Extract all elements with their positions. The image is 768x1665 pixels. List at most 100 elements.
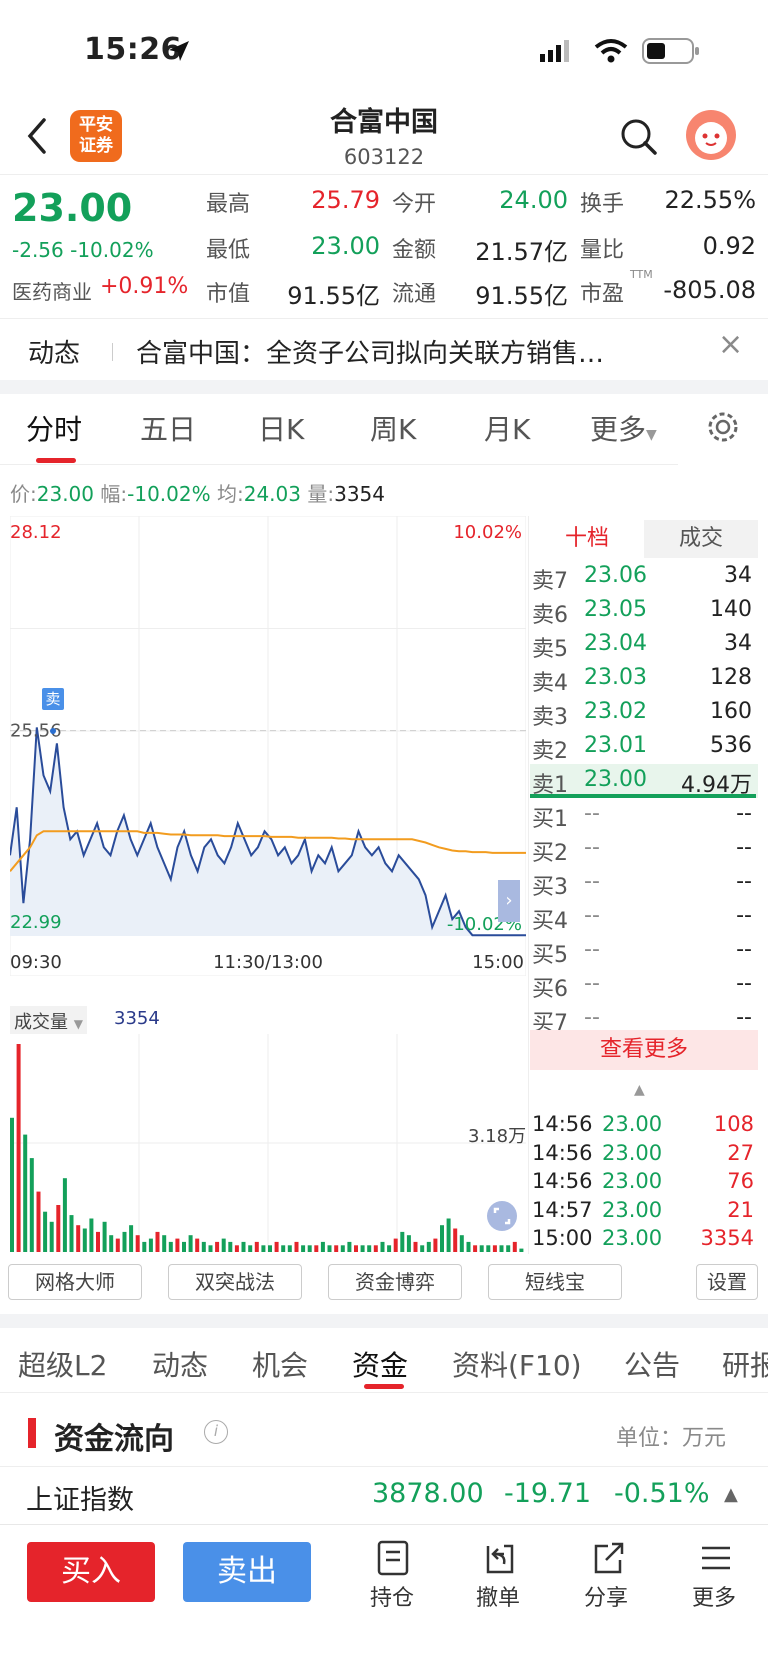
sector-name[interactable]: 医药商业 — [12, 276, 92, 305]
volume-bar — [248, 1245, 253, 1252]
level-volume: -- — [736, 869, 752, 894]
short-line-button[interactable]: 短线宝 — [488, 1264, 622, 1300]
tools-settings-button[interactable]: 设置 — [696, 1264, 758, 1300]
y-axis-min-label: 22.99 — [10, 912, 62, 933]
volume-bar — [307, 1245, 312, 1252]
level-volume: 160 — [710, 699, 752, 724]
volume-bar — [446, 1218, 451, 1252]
volume-bar — [261, 1245, 266, 1252]
info-icon[interactable]: i — [204, 1420, 228, 1444]
caret-down-icon: ▼ — [73, 1017, 83, 1031]
amount-label: 金额 — [392, 238, 437, 263]
close-icon[interactable]: × — [718, 327, 743, 362]
tab-weekly-k[interactable]: 周K — [370, 408, 416, 448]
volume-bar — [387, 1245, 392, 1252]
trade-price: 23.00 — [602, 1112, 663, 1136]
sell-marker[interactable]: 卖 — [42, 688, 64, 710]
chevron-right-icon[interactable]: › — [498, 880, 520, 922]
level-volume: -- — [736, 937, 752, 962]
index-name[interactable]: 上证指数 — [26, 1478, 134, 1517]
tab-opportunity[interactable]: 机会 — [252, 1344, 308, 1384]
volume-bar — [406, 1235, 411, 1252]
volume-bar — [347, 1241, 352, 1252]
y-axis-max-label: 28.12 — [10, 522, 62, 543]
bid-level-row[interactable]: 买4 -- -- — [530, 900, 758, 934]
ask-level-row[interactable]: 卖2 23.01 536 — [530, 730, 758, 764]
level-price: -- — [584, 835, 600, 860]
vol-ratio-value: 0.92 — [702, 232, 756, 260]
caret-up-icon[interactable]: ▲ — [634, 1082, 645, 1098]
tab-intraday[interactable]: 分时 — [26, 408, 82, 448]
news-headline[interactable]: 合富中国：全资子公司拟向关联方销售… — [136, 333, 706, 370]
ask-level-row[interactable]: 卖3 23.02 160 — [530, 696, 758, 730]
trade-row: 14:56 23.00 27 — [532, 1141, 758, 1169]
tab-news[interactable]: 动态 — [152, 1344, 208, 1384]
tab-five-day[interactable]: 五日 — [140, 408, 196, 448]
dual-breakout-button[interactable]: 双突战法 — [168, 1264, 302, 1300]
tab-super-l2[interactable]: 超级L2 — [18, 1344, 107, 1384]
ask-level-row[interactable]: 卖1 23.00 4.94万 — [530, 764, 758, 798]
fullscreen-icon[interactable] — [486, 1200, 518, 1232]
volume-bar — [228, 1241, 233, 1252]
level-price: 23.01 — [584, 733, 647, 758]
buy-button[interactable]: 买入 — [27, 1542, 155, 1602]
tab-ten-levels[interactable]: 十档 — [530, 520, 644, 558]
volume-bar — [129, 1225, 134, 1252]
tab-trades[interactable]: 成交 — [644, 520, 758, 558]
volume-bar — [23, 1134, 28, 1252]
volume-indicator-select[interactable]: 成交量 ▼ — [10, 1006, 87, 1034]
vol-ratio-label: 量比 — [580, 238, 625, 263]
bid-level-row[interactable]: 买2 -- -- — [530, 832, 758, 866]
level-price: -- — [584, 937, 600, 962]
order-book-tabs: 十档 成交 — [530, 520, 758, 558]
info-range: -10.02% — [127, 482, 211, 506]
view-more-button[interactable]: 查看更多 — [530, 1030, 758, 1070]
ask-level-row[interactable]: 卖7 23.06 34 — [530, 560, 758, 594]
settings-gear-icon[interactable] — [706, 410, 740, 444]
bid-level-row[interactable]: 买3 -- -- — [530, 866, 758, 900]
news-label: 动态 — [28, 339, 81, 369]
level-volume: 34 — [724, 631, 752, 656]
undo-order-icon — [486, 1544, 514, 1574]
ask-level-row[interactable]: 卖4 23.03 128 — [530, 662, 758, 696]
search-icon[interactable] — [620, 118, 658, 156]
info-avg-label: 均: — [216, 482, 244, 506]
sell-button[interactable]: 卖出 — [183, 1542, 311, 1602]
tab-announcements[interactable]: 公告 — [624, 1344, 680, 1384]
grid-master-button[interactable]: 网格大师 — [8, 1264, 142, 1300]
level-volume: -- — [736, 971, 752, 996]
level-label: 卖5 — [532, 637, 568, 662]
share-label: 分享 — [583, 1586, 628, 1611]
level-label: 买3 — [532, 875, 568, 900]
bid-level-row[interactable]: 买5 -- -- — [530, 934, 758, 968]
avatar[interactable] — [686, 110, 736, 160]
volume-chart[interactable] — [10, 1034, 526, 1252]
unit-label: 单位：万元 — [616, 1426, 727, 1451]
intraday-info-row: 价:23.00 幅:-10.02% 均:24.03 量:3354 — [10, 478, 385, 507]
volume-bar — [320, 1241, 325, 1252]
level-label: 卖2 — [532, 739, 568, 764]
level-label: 买6 — [532, 977, 568, 1002]
volume-bar — [109, 1235, 114, 1252]
amount-value: 21.57亿 — [475, 238, 568, 266]
tab-daily-k[interactable]: 日K — [258, 408, 304, 448]
intraday-price-chart[interactable]: 28.12 10.02%25.5622.99 -10.02%09:30 11:30/1… — [10, 516, 526, 976]
level-price: -- — [584, 801, 600, 826]
news-bar[interactable]: 动态 合富中国：全资子公司拟向关联方销售… × — [0, 318, 768, 380]
ask-level-row[interactable]: 卖5 23.04 34 — [530, 628, 758, 662]
level-volume: -- — [736, 903, 752, 928]
tab-funds[interactable]: 资金 — [352, 1344, 408, 1384]
tab-profile-f10[interactable]: 资料(F10) — [452, 1344, 582, 1384]
tab-more[interactable]: 更多▼ — [590, 408, 657, 448]
fund-flow-title: 资金流向 — [54, 1422, 174, 1457]
tab-research[interactable]: 研报 — [722, 1344, 768, 1384]
float-label: 流通 — [392, 282, 437, 307]
ask-level-row[interactable]: 卖6 23.05 140 — [530, 594, 758, 628]
bid-level-row[interactable]: 买1 -- -- — [530, 798, 758, 832]
fund-game-button[interactable]: 资金博弈 — [328, 1264, 462, 1300]
trade-volume: 21 — [727, 1197, 754, 1222]
bid-level-row[interactable]: 买6 -- -- — [530, 968, 758, 1002]
tab-monthly-k[interactable]: 月K — [484, 408, 530, 448]
expand-up-icon[interactable]: ▲ — [724, 1484, 738, 1505]
volume-bar — [281, 1245, 286, 1252]
